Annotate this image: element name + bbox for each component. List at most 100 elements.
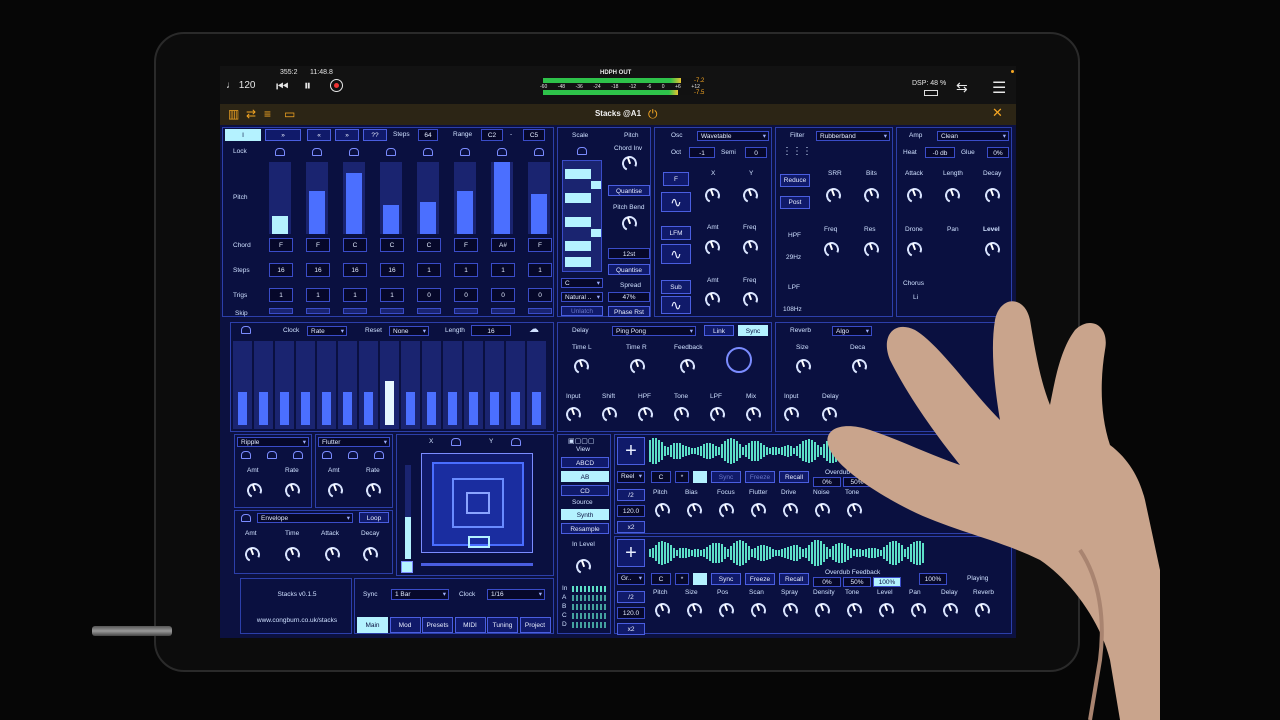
step-skip[interactable] — [269, 308, 293, 314]
xy-y-lock-icon[interactable] — [511, 438, 521, 446]
mod-lock-icon[interactable] — [241, 326, 251, 334]
step-lock-icon[interactable] — [349, 148, 359, 156]
looper2-waveform[interactable] — [649, 539, 925, 567]
heat-field[interactable]: -0 db — [925, 147, 955, 158]
srr-knob[interactable] — [823, 185, 844, 206]
step-lock-icon[interactable] — [423, 148, 433, 156]
level-knob[interactable] — [982, 239, 1003, 260]
delay-hpf-knob[interactable] — [635, 404, 656, 425]
footer-tab-main[interactable]: Main — [357, 617, 388, 633]
step-chord[interactable]: F — [528, 238, 552, 252]
step-trigs[interactable]: 1 — [306, 288, 330, 302]
looper2-reverb-knob[interactable] — [972, 600, 993, 621]
step-trigs[interactable]: 1 — [269, 288, 293, 302]
step-steps[interactable]: 1 — [454, 263, 478, 277]
looper2-od-0[interactable]: 0% — [813, 577, 841, 587]
looper1-focus-knob[interactable] — [716, 500, 737, 521]
looper1-od-50[interactable]: 50% — [843, 477, 871, 487]
looper2-freeze-button[interactable]: Freeze — [745, 573, 775, 585]
looper1-c-field[interactable]: C — [651, 471, 671, 483]
step-trigs[interactable]: 0 — [454, 288, 478, 302]
pitch-bend-knob[interactable] — [619, 213, 640, 234]
post-button[interactable]: Post — [780, 196, 810, 209]
looper2-div-button[interactable]: /2 — [617, 591, 645, 603]
bits-knob[interactable] — [861, 185, 882, 206]
lfm-freq-knob[interactable] — [740, 237, 761, 258]
drone-knob[interactable] — [904, 239, 925, 260]
footer-tab-tuning[interactable]: Tuning — [487, 617, 518, 633]
osc-wave-icon[interactable]: ∿ — [661, 192, 691, 212]
step-skip[interactable] — [454, 308, 478, 314]
reverb-algo-select[interactable]: Algo — [832, 326, 872, 336]
lfo2-lock-icon-a[interactable] — [322, 451, 332, 459]
looper1-freeze-button[interactable]: Freeze — [745, 471, 775, 483]
xy-pad[interactable] — [421, 453, 533, 553]
step-trigs[interactable]: 0 — [491, 288, 515, 302]
cloud-icon[interactable]: ☁ — [529, 324, 539, 335]
looper1-drive-knob[interactable] — [780, 500, 801, 521]
delay-link-button[interactable]: Link — [704, 325, 734, 336]
view-grid-icon[interactable]: ▣▢▢▢ — [568, 437, 594, 445]
semi-field[interactable]: 0 — [745, 147, 767, 158]
res-knob[interactable] — [861, 239, 882, 260]
filter-type-select[interactable]: Rubberband — [816, 131, 890, 141]
step-lock-icon[interactable] — [497, 148, 507, 156]
xy-position-slider[interactable] — [421, 563, 533, 566]
looper2-level-knob[interactable] — [876, 600, 897, 621]
looper2-star-field[interactable]: * — [675, 573, 689, 585]
lfo1-lock-icon-b[interactable] — [267, 451, 277, 459]
step-chord[interactable]: A# — [491, 238, 515, 252]
looper2-tempo-field[interactable]: 120.0 — [617, 607, 645, 619]
delay-tone-knob[interactable] — [671, 404, 692, 425]
delay-input-knob[interactable] — [563, 404, 584, 425]
routing-icon[interactable]: ⇆ — [956, 79, 968, 96]
looper1-bias-knob[interactable] — [684, 500, 705, 521]
step-lock-icon[interactable] — [460, 148, 470, 156]
looper2-od-100[interactable]: 100% — [873, 577, 901, 587]
step-skip[interactable] — [491, 308, 515, 314]
website-label[interactable]: www.congburn.co.uk/stacks — [241, 617, 353, 624]
tempo-display[interactable]: ♩ 120 — [226, 80, 255, 91]
seq-tab-1[interactable]: » — [265, 129, 301, 141]
clock-select[interactable]: 1/16 — [487, 589, 545, 600]
attack-knob[interactable] — [904, 185, 925, 206]
view-abcd-button[interactable]: ABCD — [561, 457, 609, 468]
looper2-density-knob[interactable] — [812, 600, 833, 621]
step-skip[interactable] — [380, 308, 404, 314]
looper1-flutter-knob[interactable] — [748, 500, 769, 521]
shift-knob[interactable] — [599, 404, 620, 425]
quantise-button-1[interactable]: Quantise — [608, 185, 650, 196]
step-chord[interactable]: C — [380, 238, 404, 252]
looper2-pitch-knob[interactable] — [652, 600, 673, 621]
step-chord[interactable]: F — [269, 238, 293, 252]
looper2-level-field[interactable]: 100% — [919, 573, 947, 585]
step-skip[interactable] — [417, 308, 441, 314]
step-trigs[interactable]: 0 — [528, 288, 552, 302]
looper2-mode-select[interactable]: Gr.. — [617, 573, 645, 585]
delay-mix-knob[interactable] — [743, 404, 764, 425]
step-steps[interactable]: 1 — [528, 263, 552, 277]
oct-field[interactable]: -1 — [689, 147, 715, 158]
step-chord[interactable]: C — [343, 238, 367, 252]
looper1-recall-button[interactable]: Recall — [779, 471, 809, 483]
xy-x-lock-icon[interactable] — [451, 438, 461, 446]
sub-amt-knob[interactable] — [702, 289, 723, 310]
looper1-star-field[interactable]: * — [675, 471, 689, 483]
step-chord[interactable]: C — [417, 238, 441, 252]
pause-icon[interactable]: ⏸ — [304, 77, 311, 94]
step-steps[interactable]: 1 — [491, 263, 515, 277]
looper2-pos-knob[interactable] — [716, 600, 737, 621]
step-trigs[interactable]: 1 — [343, 288, 367, 302]
time-r-knob[interactable] — [627, 356, 648, 377]
chord-inv-knob[interactable] — [619, 153, 640, 174]
sub-button[interactable]: Sub — [661, 280, 691, 294]
seq-tab-4[interactable]: ?? — [363, 129, 387, 141]
looper2-pan-knob[interactable] — [908, 600, 929, 621]
seq-tab-0[interactable]: I — [225, 129, 261, 141]
reverb-delay-knob[interactable] — [819, 404, 840, 425]
env-decay-knob[interactable] — [360, 544, 381, 565]
footer-tab-project[interactable]: Project — [519, 617, 551, 633]
looper2-tone-knob[interactable] — [844, 600, 865, 621]
in-level-knob[interactable] — [573, 556, 594, 577]
looper2-mult-button[interactable]: x2 — [617, 623, 645, 635]
